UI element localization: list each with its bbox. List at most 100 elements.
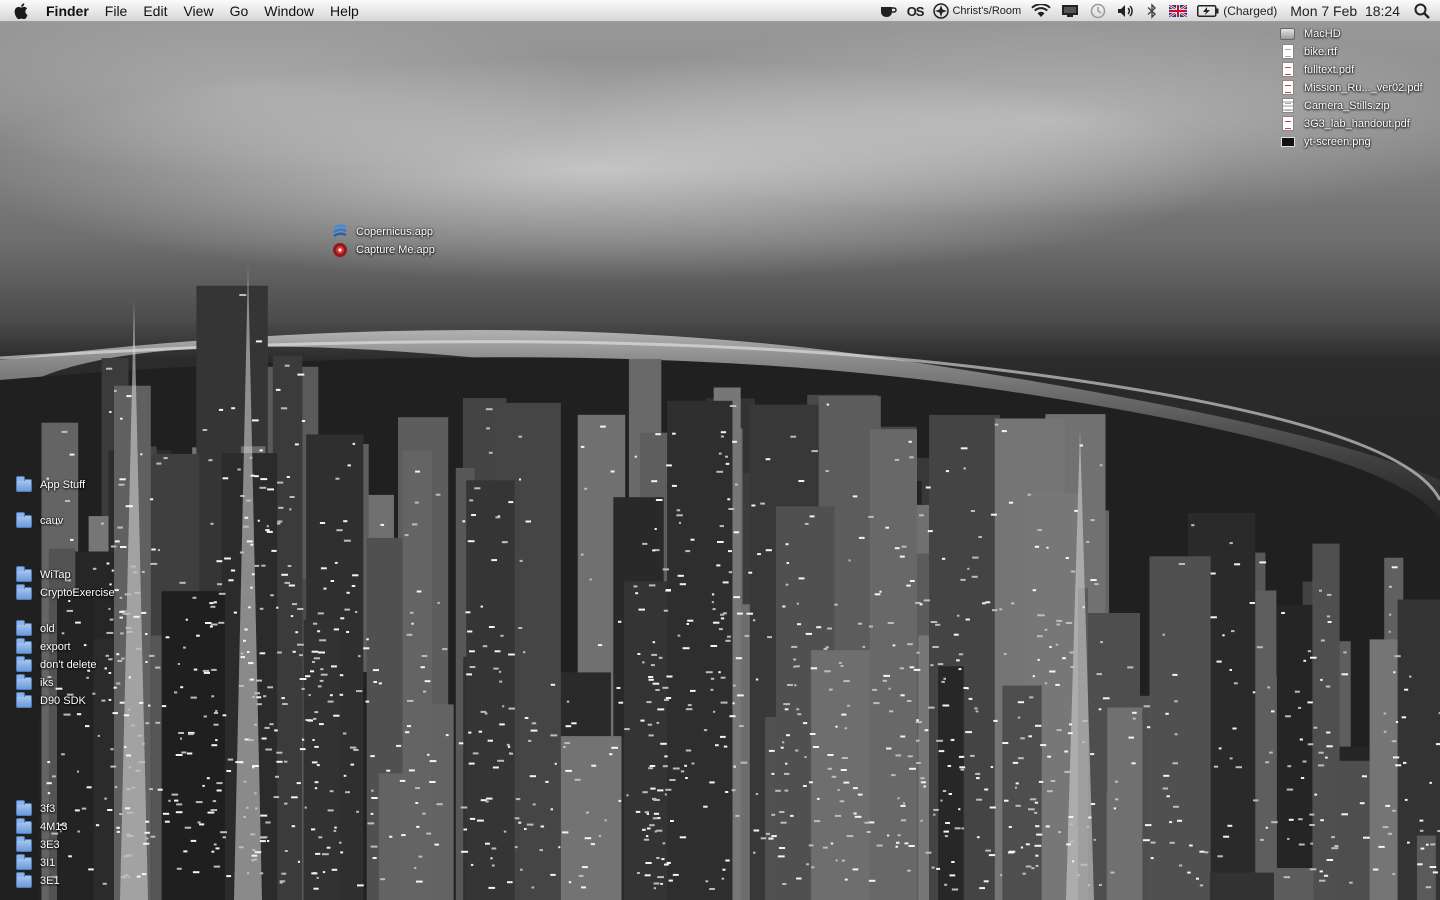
- folder-icon: [16, 656, 32, 672]
- desktop-item-label: Copernicus.app: [356, 226, 434, 238]
- desktop-item-label: 3I1: [40, 857, 56, 869]
- desktop-item-label: 3E3: [40, 839, 60, 851]
- folder-icon: [16, 818, 32, 834]
- desktop-item-label: iks: [40, 677, 54, 689]
- desktop-item-machd[interactable]: MacHD: [1280, 25, 1341, 43]
- folder-icon: [16, 566, 32, 582]
- desktop-folder-d90-sdk[interactable]: D90 SDK: [16, 692, 86, 710]
- folder-icon: [16, 800, 32, 816]
- input-source-status[interactable]: [1164, 0, 1192, 22]
- folder-icon: [16, 512, 32, 528]
- desktop-item-copernicus-app[interactable]: Copernicus.app: [332, 223, 433, 241]
- desktop-item-label: export: [40, 641, 71, 653]
- spotlight-status[interactable]: [1408, 0, 1440, 22]
- desktop-item-label: 3E1: [40, 875, 60, 887]
- desktop-item-bike-rtf[interactable]: bike.rtf: [1280, 43, 1337, 61]
- desktop-folder-dont-delete[interactable]: don't delete: [16, 656, 97, 674]
- desktop-item-label: 3G3_lab_handout.pdf: [1304, 118, 1410, 130]
- desktop-item-lab-handout-pdf[interactable]: 3G3_lab_handout.pdf: [1280, 115, 1410, 133]
- location-compass-icon: [933, 3, 950, 19]
- location-label: Christ's/Room: [952, 5, 1022, 17]
- apple-menu[interactable]: [0, 0, 42, 22]
- wifi-status[interactable]: [1026, 0, 1056, 22]
- bluetooth-status[interactable]: [1140, 0, 1164, 22]
- time-machine-status[interactable]: [1084, 0, 1112, 22]
- uk-flag-icon: [1169, 5, 1188, 17]
- location-status[interactable]: Christ's/Room: [928, 0, 1026, 22]
- pdf-document-icon: [1282, 62, 1294, 77]
- desktop-folder-3e3[interactable]: 3E3: [16, 836, 60, 854]
- rtf-document-icon: [1282, 44, 1294, 59]
- menu-clock[interactable]: Mon 7 Feb 18:24: [1282, 0, 1408, 22]
- time-machine-icon: [1090, 3, 1106, 19]
- zip-archive-icon: [1282, 98, 1294, 113]
- desktop-item-label: bike.rtf: [1304, 46, 1338, 58]
- folder-icon: [16, 638, 32, 654]
- desktop-item-label: 3f3: [40, 803, 56, 815]
- desktop-item-label: old: [40, 623, 55, 635]
- png-image-icon: [1281, 137, 1295, 147]
- desktop-folder-app-stuff[interactable]: App Stuff: [16, 476, 85, 494]
- folder-icon: [16, 476, 32, 492]
- desktop-item-camera-stills-zip[interactable]: Camera_Stills.zip: [1280, 97, 1390, 115]
- desktop-item-label: don't delete: [40, 659, 97, 671]
- desktop-item-label: Capture Me.app: [356, 244, 435, 256]
- menu-edit[interactable]: Edit: [135, 0, 175, 22]
- desktop-item-label: WiTap: [40, 569, 71, 581]
- desktop-item-label: Camera_Stills.zip: [1304, 100, 1390, 112]
- desktop-folder-3f3[interactable]: 3f3: [16, 800, 55, 818]
- bluetooth-icon: [1147, 3, 1157, 19]
- folder-icon: [16, 620, 32, 636]
- folder-icon: [16, 872, 32, 888]
- menu-help[interactable]: Help: [322, 0, 367, 22]
- desktop-folder-3e1[interactable]: 3E1: [16, 872, 60, 890]
- desktop-item-fulltext-pdf[interactable]: fulltext.pdf: [1280, 61, 1354, 79]
- battery-label: (Charged): [1223, 4, 1278, 18]
- desktop-wallpaper: [0, 0, 1440, 900]
- desktop-folder-export[interactable]: export: [16, 638, 71, 656]
- copernicus-app-icon: [333, 224, 347, 238]
- hard-drive-icon: [1280, 28, 1295, 40]
- desktop-item-mission-pdf[interactable]: Mission_Ru..._ver02.pdf: [1280, 79, 1423, 97]
- battery-status[interactable]: (Charged): [1192, 0, 1282, 22]
- coffee-cup-icon: [880, 7, 897, 17]
- desktop-folder-iks[interactable]: iks: [16, 674, 53, 692]
- desktop-item-capture-me-app[interactable]: Capture Me.app: [332, 241, 435, 259]
- volume-status[interactable]: [1112, 0, 1140, 22]
- menu-window[interactable]: Window: [256, 0, 322, 22]
- menu-go[interactable]: Go: [222, 0, 257, 22]
- os-status[interactable]: OS: [902, 0, 929, 22]
- desktop-folder-cryptoexercise[interactable]: CryptoExercise: [16, 584, 115, 602]
- display-mirroring-icon: [1062, 5, 1079, 17]
- wifi-icon: [1031, 4, 1051, 17]
- desktop-item-label: CryptoExercise: [40, 587, 115, 599]
- folder-icon: [16, 674, 32, 690]
- pdf-document-icon: [1282, 116, 1294, 131]
- folder-icon: [16, 836, 32, 852]
- desktop-item-label: fulltext.pdf: [1304, 64, 1355, 76]
- volume-icon: [1118, 5, 1134, 17]
- desktop-item-label: App Stuff: [40, 479, 86, 491]
- desktop-item-label: 4M13: [40, 821, 68, 833]
- desktop-item-label: Mission_Ru..._ver02.pdf: [1304, 82, 1423, 94]
- desktop-folder-4m13[interactable]: 4M13: [16, 818, 68, 836]
- desktop-folder-old[interactable]: old: [16, 620, 55, 638]
- menu-finder[interactable]: Finder: [42, 0, 97, 22]
- folder-icon: [16, 584, 32, 600]
- menu-file[interactable]: File: [97, 0, 136, 22]
- apple-logo-icon: [14, 2, 28, 19]
- menu-bar: Finder File Edit View Go Window Help OS …: [0, 0, 1440, 22]
- desktop-folder-witap[interactable]: WiTap: [16, 566, 71, 584]
- desktop-folder-3i1[interactable]: 3I1: [16, 854, 55, 872]
- folder-icon: [16, 692, 32, 708]
- spotlight-search-icon: [1414, 3, 1430, 19]
- caffeine-status[interactable]: [874, 0, 902, 22]
- status-menus: OS Christ's/Room (Charged) Mon 7 Feb 18:…: [874, 0, 1440, 22]
- menu-view[interactable]: View: [175, 0, 221, 22]
- pdf-document-icon: [1282, 80, 1294, 95]
- city-skyline-graphic: [0, 265, 1440, 900]
- desktop-item-label: yt-screen.png: [1304, 136, 1371, 148]
- display-status[interactable]: [1056, 0, 1084, 22]
- desktop-folder-cauv[interactable]: cauv: [16, 512, 63, 530]
- desktop-item-yt-screen-png[interactable]: yt-screen.png: [1280, 133, 1371, 151]
